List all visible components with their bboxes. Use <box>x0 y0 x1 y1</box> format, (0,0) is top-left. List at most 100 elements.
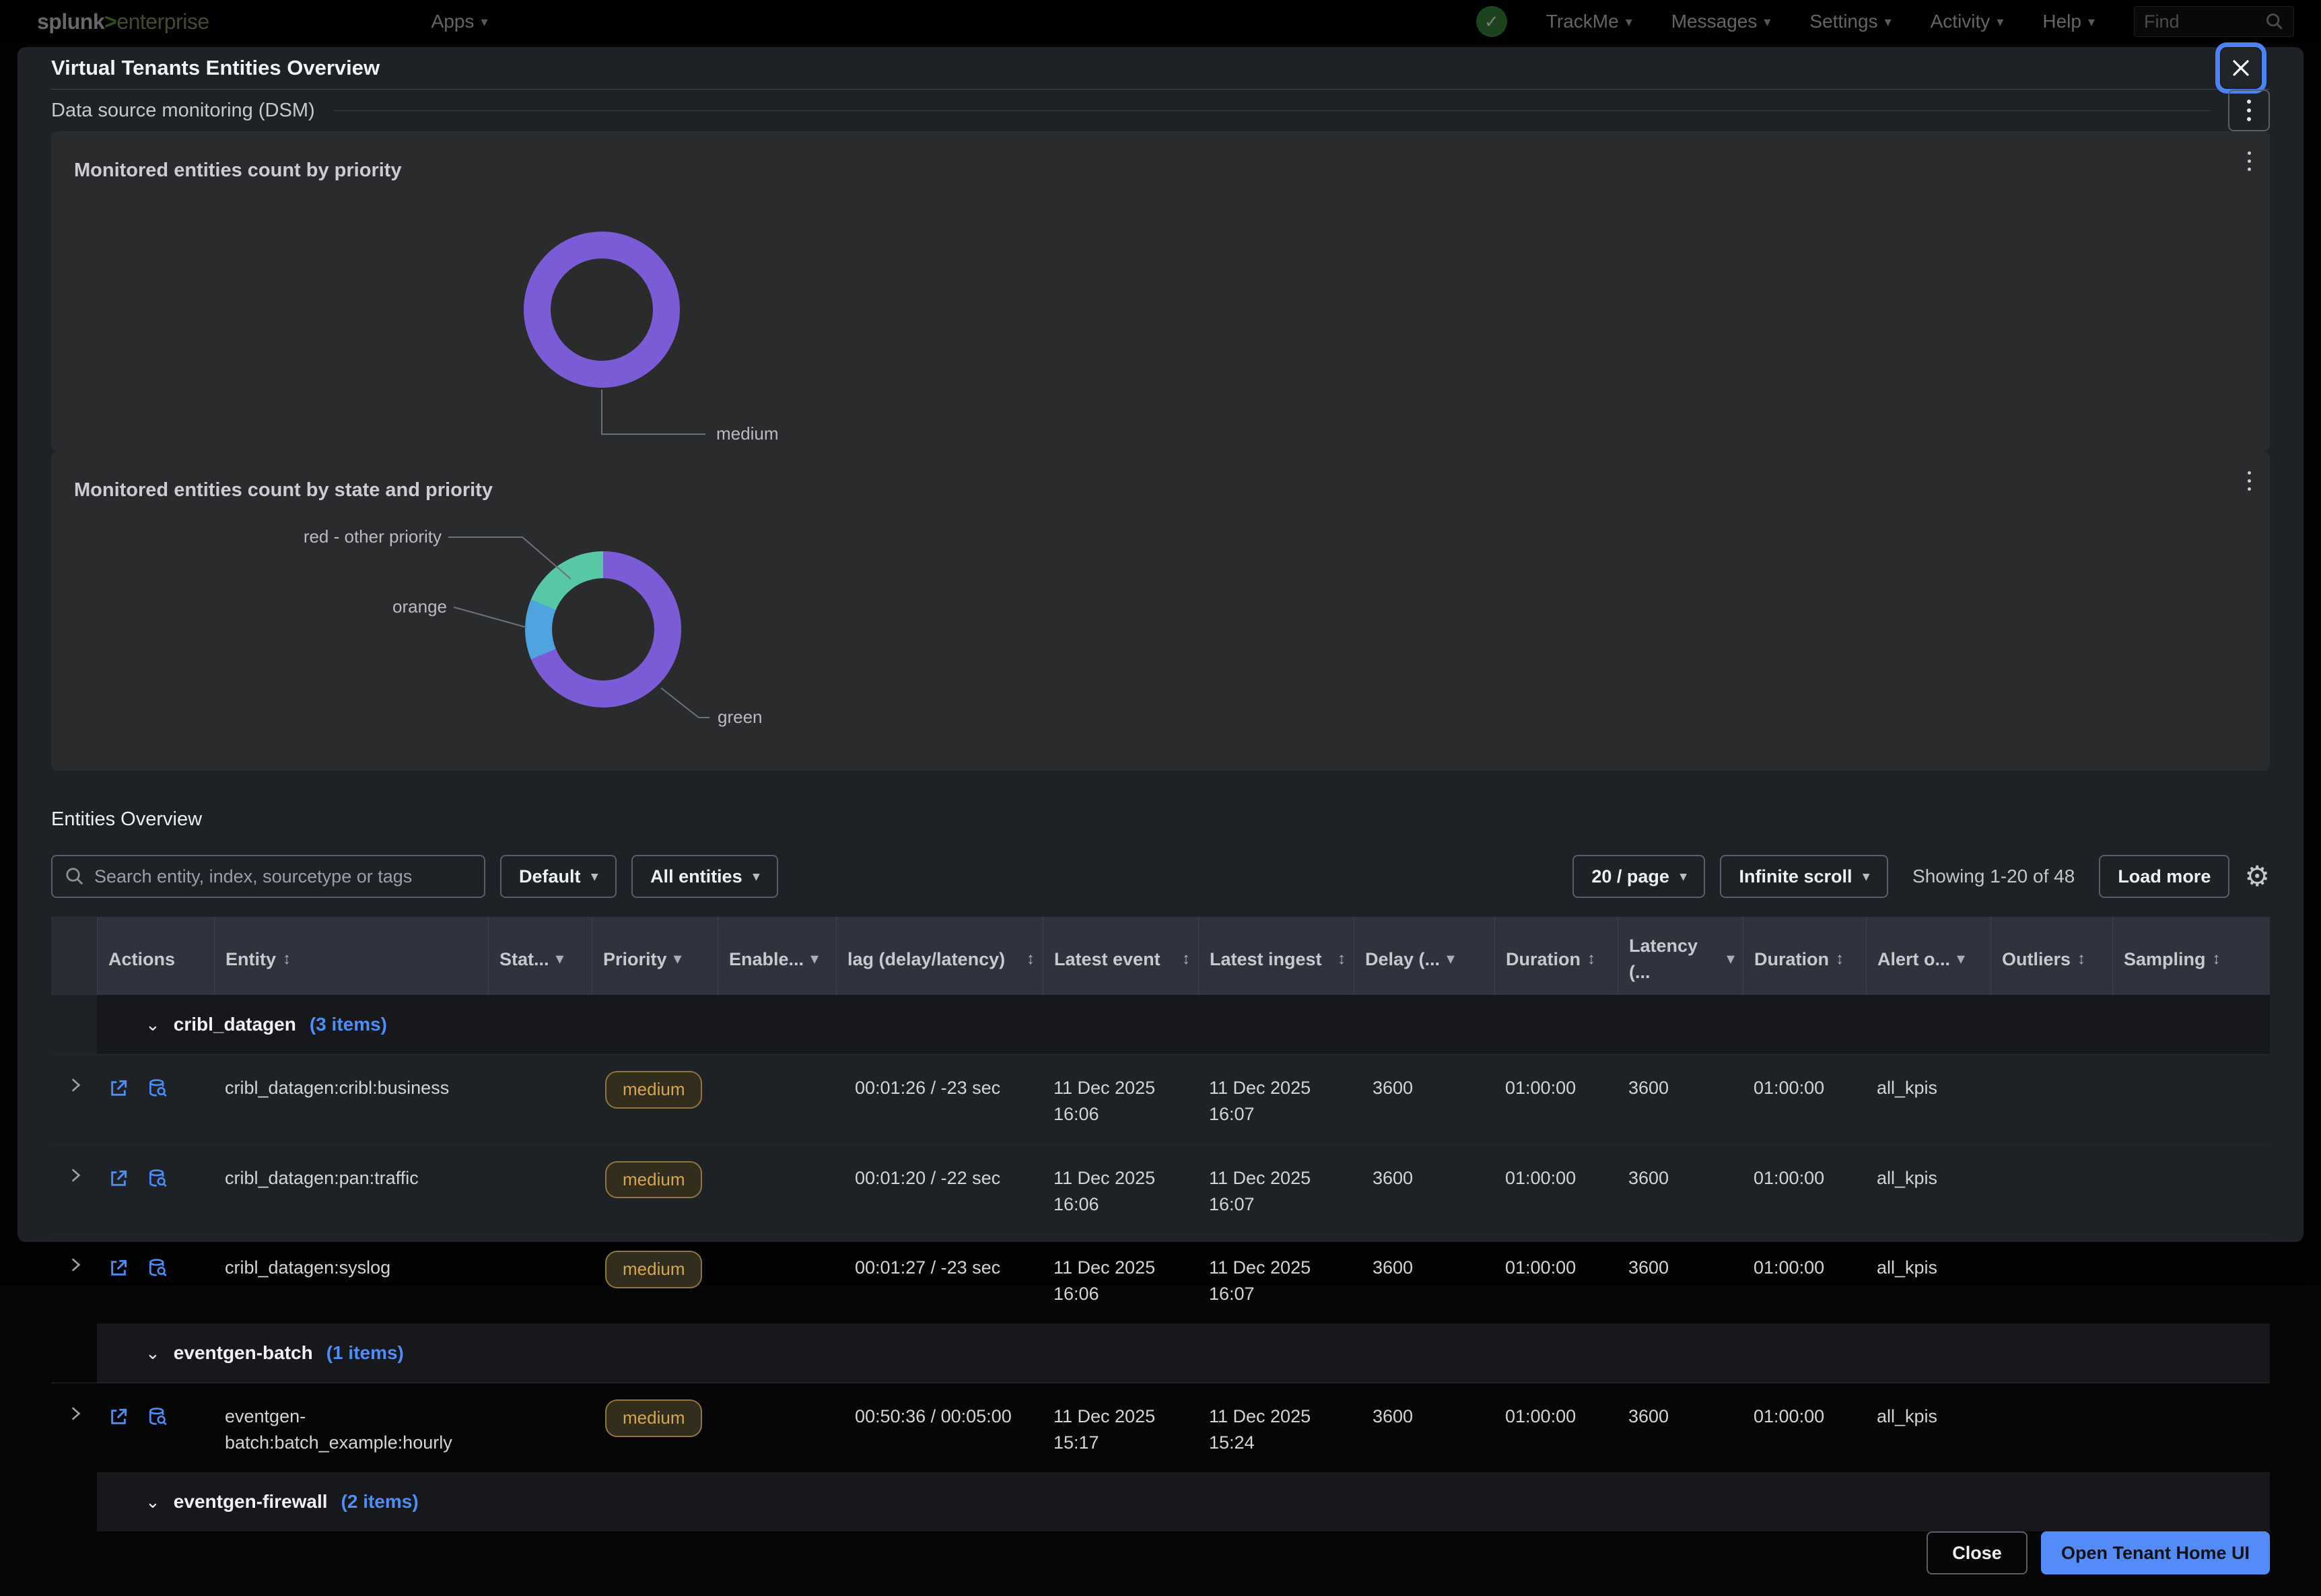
table-row[interactable]: eventgen-batch:batch_example:hourly medi… <box>51 1383 2270 1472</box>
sort-icon[interactable]: ↕ <box>1027 948 1035 971</box>
header-latest-event[interactable]: Latest event↕ <box>1043 917 1198 995</box>
close-icon[interactable] <box>2220 47 2262 89</box>
priority-cell: medium <box>592 1235 718 1323</box>
header-duration-2[interactable]: Duration↕ <box>1743 917 1866 995</box>
slice-label-medium: medium <box>716 423 778 444</box>
header-priority[interactable]: Priority▾ <box>592 917 718 995</box>
entity-filter-dropdown[interactable]: All entities▾ <box>631 855 778 898</box>
latest-ingest-cell: 11 Dec 2025 16:07 <box>1198 1145 1354 1234</box>
row-expander-icon[interactable] <box>51 1145 97 1234</box>
row-expander-icon[interactable] <box>51 1383 97 1472</box>
dsm-kebab-menu-icon[interactable] <box>2228 90 2270 131</box>
latest-event-cell: 11 Dec 2025 15:17 <box>1043 1383 1198 1472</box>
open-tenant-home-button[interactable]: Open Tenant Home UI <box>2041 1531 2270 1574</box>
filter-caret-icon[interactable]: ▾ <box>810 948 819 971</box>
sort-icon[interactable]: ↕ <box>283 948 291 971</box>
external-link-icon[interactable] <box>108 1078 129 1099</box>
duration-cell-2: 01:00:00 <box>1743 1383 1866 1472</box>
search-input[interactable] <box>94 866 472 887</box>
header-state[interactable]: Stat...▾ <box>488 917 592 995</box>
outliers-cell <box>1990 1055 2112 1144</box>
header-entity[interactable]: Entity↕ <box>214 917 488 995</box>
sort-icon[interactable]: ↕ <box>2213 948 2221 971</box>
group-row-cribl-datagen[interactable]: ⌄ cribl_datagen (3 items) <box>51 995 2270 1054</box>
search-data-icon[interactable] <box>147 1168 168 1189</box>
search-data-icon[interactable] <box>147 1078 168 1099</box>
header-delay[interactable]: Delay (...▾ <box>1354 917 1494 995</box>
sort-icon[interactable]: ↕ <box>1836 948 1844 971</box>
load-more-button[interactable]: Load more <box>2099 855 2229 898</box>
group-row-eventgen-batch[interactable]: ⌄ eventgen-batch (1 items) <box>51 1323 2270 1383</box>
chart-title: Monitored entities count by state and pr… <box>74 479 493 501</box>
latest-event-cell: 11 Dec 2025 16:06 <box>1043 1235 1198 1323</box>
row-expander-icon[interactable] <box>51 1055 97 1144</box>
sort-icon[interactable]: ↕ <box>1587 948 1595 971</box>
priority-cell: medium <box>592 1145 718 1234</box>
header-expander-gutter <box>51 917 97 995</box>
header-lag[interactable]: lag (delay/latency)↕ <box>836 917 1043 995</box>
page-size-dropdown[interactable]: 20 / page▾ <box>1572 855 1705 898</box>
donut-chart-state-priority[interactable] <box>525 551 681 707</box>
row-expander-icon[interactable] <box>51 1235 97 1323</box>
view-filter-dropdown[interactable]: Default▾ <box>500 855 617 898</box>
header-actions: Actions <box>97 917 214 995</box>
gear-icon[interactable]: ⚙ <box>2244 862 2270 891</box>
alert-cell: all_kpis <box>1866 1055 1990 1144</box>
scroll-mode-dropdown[interactable]: Infinite scroll▾ <box>1720 855 1888 898</box>
priority-badge: medium <box>605 1251 702 1288</box>
filter-caret-icon[interactable]: ▾ <box>1957 948 1965 971</box>
panel-kebab-menu-icon[interactable] <box>2248 471 2251 491</box>
header-sampling[interactable]: Sampling↕ <box>2112 917 2270 995</box>
table-row[interactable]: cribl_datagen:cribl:business medium 00:0… <box>51 1054 2270 1144</box>
sampling-cell <box>2112 1145 2270 1234</box>
header-outliers[interactable]: Outliers↕ <box>1990 917 2112 995</box>
chevron-down-icon: ▾ <box>1680 869 1687 884</box>
filter-caret-icon[interactable]: ▾ <box>556 948 564 971</box>
table-row[interactable]: cribl_datagen:pan:traffic medium 00:01:2… <box>51 1144 2270 1234</box>
header-enabled[interactable]: Enable...▾ <box>718 917 836 995</box>
outliers-cell <box>1990 1235 2112 1323</box>
external-link-icon[interactable] <box>108 1406 129 1428</box>
latency-cell: 3600 <box>1618 1055 1743 1144</box>
lag-cell: 00:01:27 / -23 sec <box>836 1235 1043 1323</box>
sampling-cell <box>2112 1383 2270 1472</box>
entity-search-box[interactable] <box>51 855 485 898</box>
panel-kebab-menu-icon[interactable] <box>2248 151 2251 171</box>
chevron-down-icon[interactable]: ⌄ <box>145 1014 160 1035</box>
donut-chart-priority[interactable] <box>524 232 680 388</box>
alert-cell: all_kpis <box>1866 1145 1990 1234</box>
header-latency[interactable]: Latency (...▾ <box>1618 917 1743 995</box>
external-link-icon[interactable] <box>108 1168 129 1189</box>
table-row[interactable]: cribl_datagen:syslog medium 00:01:27 / -… <box>51 1234 2270 1323</box>
entity-cell: cribl_datagen:cribl:business <box>214 1055 488 1144</box>
section-title-dsm: Data source monitoring (DSM) <box>51 100 315 122</box>
group-item-count: (1 items) <box>326 1342 404 1364</box>
delay-cell: 3600 <box>1354 1055 1494 1144</box>
filter-caret-icon[interactable]: ▾ <box>1447 948 1455 971</box>
close-button[interactable]: Close <box>1927 1531 2028 1574</box>
group-row-eventgen-firewall[interactable]: ⌄ eventgen-firewall (2 items) <box>51 1472 2270 1531</box>
external-link-icon[interactable] <box>108 1257 129 1279</box>
sort-icon[interactable]: ↕ <box>1338 948 1346 971</box>
chart-panel-priority: Monitored entities count by priority med… <box>51 131 2270 451</box>
search-data-icon[interactable] <box>147 1257 168 1279</box>
sort-icon[interactable]: ↕ <box>2077 948 2085 971</box>
duration-cell: 01:00:00 <box>1494 1383 1618 1472</box>
chevron-down-icon: ▾ <box>592 869 598 884</box>
latest-event-cell: 11 Dec 2025 16:06 <box>1043 1145 1198 1234</box>
filter-caret-icon[interactable]: ▾ <box>674 948 682 971</box>
filter-caret-icon[interactable]: ▾ <box>1727 948 1735 971</box>
duration-cell: 01:00:00 <box>1494 1235 1618 1323</box>
chevron-down-icon[interactable]: ⌄ <box>145 1492 160 1513</box>
chevron-down-icon: ▾ <box>753 869 760 884</box>
sort-icon[interactable]: ↕ <box>1182 948 1190 971</box>
chevron-down-icon[interactable]: ⌄ <box>145 1343 160 1364</box>
search-data-icon[interactable] <box>147 1406 168 1428</box>
header-duration[interactable]: Duration↕ <box>1494 917 1618 995</box>
header-alert[interactable]: Alert o...▾ <box>1866 917 1990 995</box>
lag-cell: 00:01:20 / -22 sec <box>836 1145 1043 1234</box>
enabled-cell <box>718 1235 836 1323</box>
entities-overview-heading: Entities Overview <box>51 808 2270 831</box>
duration-cell-2: 01:00:00 <box>1743 1055 1866 1144</box>
header-latest-ingest[interactable]: Latest ingest↕ <box>1198 917 1354 995</box>
